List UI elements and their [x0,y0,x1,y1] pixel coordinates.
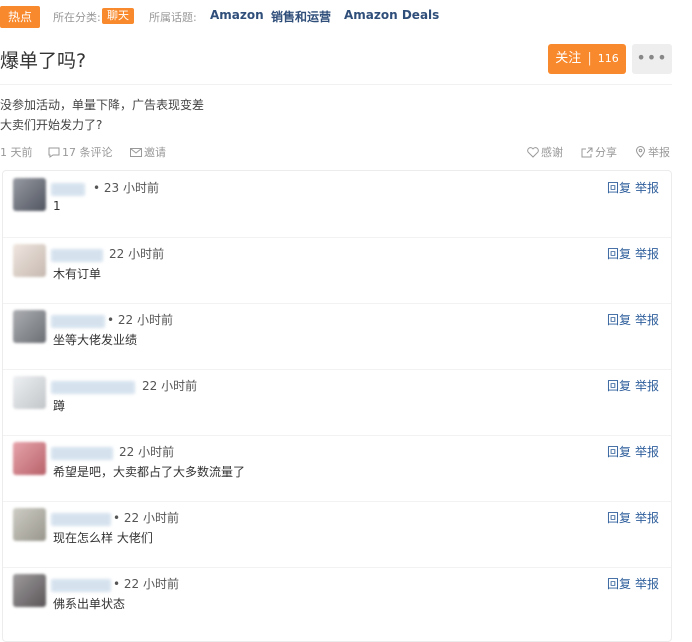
comment-icon [48,147,60,158]
reply-button[interactable]: 回复 [607,511,631,525]
report-button[interactable]: 举报 [635,379,659,393]
comment-text: 坐等大佬发业绩 [53,333,138,347]
comment-item: 22 小时前 希望是吧，大卖都占了大多数流量了 回复 举报 [3,435,671,502]
comment-count: 17 条评论 [62,146,113,159]
share-icon [581,147,593,158]
topic-link-amazon-deals[interactable]: Amazon Deals [344,8,439,22]
thanks-label: 感谢 [541,146,563,159]
reply-button[interactable]: 回复 [607,313,631,327]
avatar[interactable] [13,310,46,343]
report-button[interactable]: 举报 [635,181,659,195]
comment-item: • 22 小时前 佛系出单状态 回复 举报 [3,567,671,633]
topic-header: 热点 所在分类: 聊天 所属话题: Amazon 销售和运营 Amazon De… [0,0,692,34]
comment-item: • 23 小时前 1 回复 举报 [3,171,671,238]
avatar[interactable] [13,178,46,211]
report-button[interactable]: 举报 [635,247,659,261]
comment-time: • 22 小时前 [113,577,179,591]
report-label: 举报 [648,146,670,159]
follow-count: 116 [597,52,619,65]
avatar[interactable] [13,574,46,607]
username-blurred[interactable] [51,183,85,196]
report-link[interactable]: 举报 [635,144,670,160]
avatar[interactable] [13,442,46,475]
post-title: 爆单了吗? [0,50,87,72]
post-time: 1 天前 [0,146,33,159]
username-blurred[interactable] [51,315,105,328]
comment-text: 蹲 [53,399,66,413]
comment-text: 希望是吧，大卖都占了大多数流量了 [53,465,246,479]
comment-time: 22 小时前 [142,379,198,393]
reply-button[interactable]: 回复 [607,379,631,393]
invite-label: 邀请 [144,146,166,159]
username-blurred[interactable] [51,249,103,262]
comment-list: • 23 小时前 1 回复 举报 22 小时前 木有订单 回复 举报 • 22 小时… [2,170,672,642]
reply-button[interactable]: 回复 [607,181,631,195]
category-badge[interactable]: 聊天 [102,8,134,24]
invite-link[interactable]: 邀请 [130,144,166,160]
comment-time: 22 小时前 [119,445,175,459]
report-button[interactable]: 举报 [635,313,659,327]
share-label: 分享 [595,146,617,159]
heart-icon [527,147,539,158]
comment-text: 1 [53,199,61,213]
topic-link-sales-ops[interactable]: 销售和运营 [271,8,331,25]
username-blurred[interactable] [51,381,135,394]
post-body-line: 大卖们开始发力了? [0,118,103,132]
follow-button[interactable]: 关注 | 116 [548,44,626,74]
avatar[interactable] [13,376,46,409]
thanks-link[interactable]: 感谢 [527,144,563,160]
comment-item: 22 小时前 木有订单 回复 举报 [3,237,671,304]
reply-button[interactable]: 回复 [607,247,631,261]
comment-time: • 22 小时前 [107,313,173,327]
username-blurred[interactable] [51,513,111,526]
report-button[interactable]: 举报 [635,577,659,591]
comment-item: • 22 小时前 坐等大佬发业绩 回复 举报 [3,303,671,370]
comment-time: 22 小时前 [109,247,165,261]
comment-text: 现在怎么样 大佬们 [53,531,153,545]
comment-time: • 23 小时前 [93,181,159,195]
avatar[interactable] [13,244,46,277]
username-blurred[interactable] [51,579,111,592]
comment-item: 22 小时前 蹲 回复 举报 [3,369,671,436]
report-button[interactable]: 举报 [635,511,659,525]
post-body-line: 没参加活动，单量下降，广告表现变差 [0,98,205,112]
comment-text: 佛系出单状态 [53,597,126,611]
report-button[interactable]: 举报 [635,445,659,459]
topic-label: 所属话题: [149,11,197,24]
topic-link-amazon[interactable]: Amazon [210,8,264,22]
post-body: 没参加活动，单量下降，广告表现变差 大卖们开始发力了? [0,95,204,135]
share-link[interactable]: 分享 [581,144,617,160]
follow-label: 关注 [555,51,582,66]
username-blurred[interactable] [51,447,113,460]
comment-time: • 22 小时前 [113,511,179,525]
location-pin-icon [635,146,646,158]
hot-badge: 热点 [0,6,40,28]
mail-icon [130,148,142,157]
avatar[interactable] [13,508,46,541]
post-meta: 1 天前 17 条评论 邀请 感谢 分享 举报 [0,144,680,160]
comment-text: 木有订单 [53,267,102,281]
comments-link[interactable]: 17 条评论 [48,144,113,160]
comment-item: • 22 小时前 现在怎么样 大佬们 回复 举报 [3,501,671,568]
more-options-button[interactable]: ••• [632,44,672,74]
reply-button[interactable]: 回复 [607,577,631,591]
reply-button[interactable]: 回复 [607,445,631,459]
category-label: 所在分类: [53,11,101,24]
follow-separator: | [587,51,592,66]
divider [0,84,672,85]
